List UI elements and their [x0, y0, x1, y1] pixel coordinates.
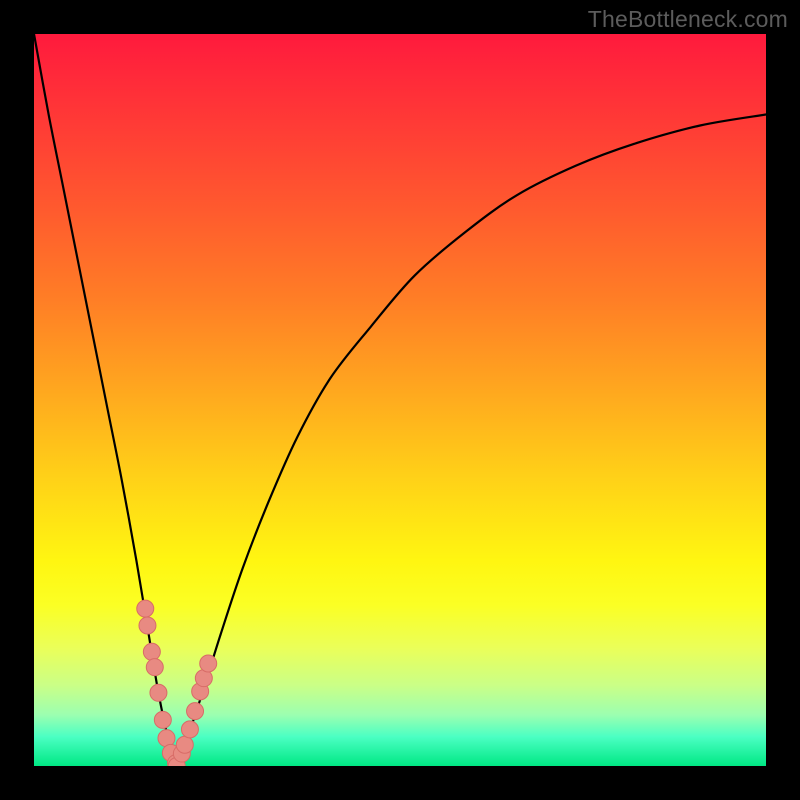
data-point — [139, 617, 156, 634]
data-point — [200, 655, 217, 672]
attribution-label: TheBottleneck.com — [588, 6, 788, 33]
curve-curve-right — [177, 115, 766, 766]
data-point — [150, 684, 167, 701]
data-point — [176, 736, 193, 753]
data-point — [181, 721, 198, 738]
data-point — [146, 659, 163, 676]
data-point — [187, 703, 204, 720]
bottleneck-curve-svg — [34, 34, 766, 766]
data-point — [143, 643, 160, 660]
chart-frame: TheBottleneck.com — [0, 0, 800, 800]
data-point — [137, 600, 154, 617]
data-point — [154, 711, 171, 728]
plot-area — [34, 34, 766, 766]
